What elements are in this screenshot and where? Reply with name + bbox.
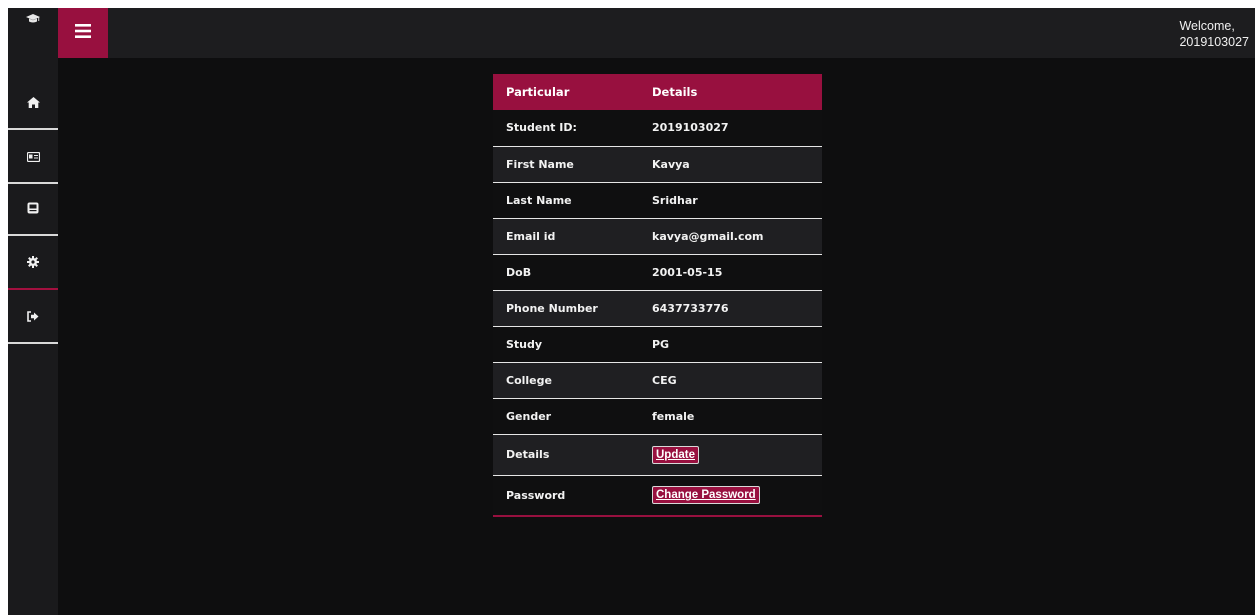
row-value: Sridhar xyxy=(652,193,698,207)
row-label: Phone Number xyxy=(506,301,598,315)
sidebar-divider-active xyxy=(8,288,58,290)
sidebar-divider xyxy=(8,342,58,344)
table-row: Email id kavya@gmail.com xyxy=(493,218,822,254)
sidebar-item-logout[interactable] xyxy=(8,292,58,344)
sidebar-item-inbox[interactable] xyxy=(8,184,58,236)
menu-toggle-button[interactable] xyxy=(58,8,108,58)
table-header-row: Particular Details xyxy=(493,74,822,110)
table-row: Phone Number 6437733776 xyxy=(493,290,822,326)
row-label: Study xyxy=(506,337,543,351)
table-row-details: Details Update xyxy=(493,434,822,475)
table-row: Last Name Sridhar xyxy=(493,182,822,218)
column-header-details: Details xyxy=(652,85,698,99)
change-password-button[interactable]: Change Password xyxy=(652,486,760,505)
row-value: 2001-05-15 xyxy=(652,265,723,279)
table-row: Student ID: 2019103027 xyxy=(493,110,822,146)
table-row: DoB 2001-05-15 xyxy=(493,254,822,290)
update-button[interactable]: Update xyxy=(652,445,699,464)
welcome-message: Welcome, 2019103027 xyxy=(1179,18,1249,50)
gear-icon xyxy=(27,255,39,273)
row-value: PG xyxy=(652,337,670,351)
sign-out-icon xyxy=(27,309,39,327)
hamburger-icon xyxy=(75,23,91,43)
profile-table-container: Particular Details Student ID: 201910302… xyxy=(493,74,822,517)
sidebar-item-settings[interactable] xyxy=(8,238,58,290)
row-label: DoB xyxy=(506,265,532,279)
table-row: College CEG xyxy=(493,362,822,398)
row-value: female xyxy=(652,409,695,423)
welcome-user-id: 2019103027 xyxy=(1179,35,1249,49)
row-action: Update xyxy=(638,434,822,475)
profile-table: Particular Details Student ID: 201910302… xyxy=(493,74,822,517)
inbox-icon xyxy=(27,201,39,219)
row-label: Email id xyxy=(506,229,556,243)
top-bar: Welcome, 2019103027 xyxy=(58,8,1255,58)
table-row: Study PG xyxy=(493,326,822,362)
row-value: CEG xyxy=(652,373,677,387)
row-label: Password xyxy=(506,488,566,502)
sidebar-divider xyxy=(8,234,58,236)
row-label: First Name xyxy=(506,157,574,171)
row-value: Kavya xyxy=(652,157,690,171)
row-label: Last Name xyxy=(506,193,572,207)
id-card-icon xyxy=(26,149,40,167)
home-icon xyxy=(26,95,40,113)
app-frame: Welcome, 2019103027 Particular Details S… xyxy=(8,8,1255,615)
row-label: Details xyxy=(506,448,550,461)
sidebar-divider xyxy=(8,128,58,130)
row-label: Gender xyxy=(506,409,552,423)
row-action: Change Password xyxy=(638,475,822,516)
graduation-cap-icon xyxy=(8,8,58,30)
sidebar xyxy=(8,8,58,615)
sidebar-item-home[interactable] xyxy=(8,78,58,130)
row-label: Student ID: xyxy=(506,121,577,135)
table-row: First Name Kavya xyxy=(493,146,822,182)
row-value: 2019103027 xyxy=(652,121,729,135)
column-header-particular: Particular xyxy=(506,85,570,99)
table-row-password: Password Change Password xyxy=(493,475,822,516)
welcome-greeting: Welcome, xyxy=(1179,19,1235,33)
row-label: College xyxy=(506,373,552,387)
sidebar-item-profile[interactable] xyxy=(8,132,58,184)
table-row: Gender female xyxy=(493,398,822,434)
row-value: 6437733776 xyxy=(652,301,729,315)
row-value: kavya@gmail.com xyxy=(652,229,764,243)
